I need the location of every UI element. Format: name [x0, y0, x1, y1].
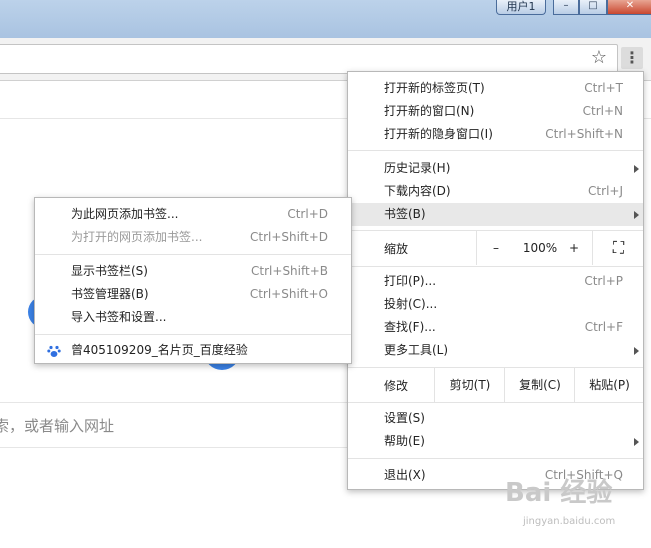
menu-item-more-tools[interactable]: 更多工具(L) — [348, 339, 643, 362]
zoom-out-button[interactable]: – — [476, 231, 515, 265]
submenu-arrow-icon — [634, 438, 639, 446]
chrome-menu-button[interactable]: ⋮ — [621, 47, 643, 69]
menu-item-shortcut: Ctrl+N — [582, 104, 623, 118]
submenu-item-shortcut: Ctrl+Shift+B — [251, 264, 328, 278]
menu-item-new-window[interactable]: 打开新的窗口(N) Ctrl+N — [348, 100, 643, 123]
menu-item-downloads[interactable]: 下载内容(D) Ctrl+J — [348, 180, 643, 203]
baidu-jingyan-watermark: Bai 经验 jingyan.baidu.com — [505, 478, 645, 538]
menu-separator — [348, 150, 643, 151]
submenu-item-label: 为打开的网页添加书签... — [71, 230, 203, 244]
fullscreen-icon[interactable]: ⛶ — [592, 231, 644, 265]
menu-item-label: 打开新的标签页(T) — [384, 81, 485, 95]
submenu-item-manager[interactable]: 书签管理器(B) Ctrl+Shift+O — [35, 283, 351, 306]
copy-button[interactable]: 复制(C) — [504, 368, 575, 402]
menu-item-print[interactable]: 打印(P)... Ctrl+P — [348, 270, 643, 293]
submenu-item-import[interactable]: 导入书签和设置... — [35, 306, 351, 329]
cut-button[interactable]: 剪切(T) — [434, 368, 505, 402]
menu-item-label: 更多工具(L) — [384, 343, 449, 357]
maximize-button[interactable]: □ — [579, 0, 607, 15]
address-bar[interactable] — [0, 44, 618, 74]
bookmarks-submenu: 为此网页添加书签... Ctrl+D 为打开的网页添加书签... Ctrl+Sh… — [34, 197, 352, 364]
menu-separator — [35, 254, 351, 255]
submenu-arrow-icon — [634, 165, 639, 173]
menu-item-new-tab[interactable]: 打开新的标签页(T) Ctrl+T — [348, 77, 643, 100]
zoom-row: 缩放 – 100% + ⛶ — [348, 231, 643, 265]
menu-item-help[interactable]: 帮助(E) — [348, 430, 643, 453]
submenu-item-bookmark-entry[interactable]: 曾405109209_名片页_百度经验 — [35, 339, 351, 362]
watermark-brand: Bai 经验 — [505, 478, 613, 508]
menu-item-label: 退出(X) — [384, 468, 426, 482]
chrome-main-menu: 打开新的标签页(T) Ctrl+T 打开新的窗口(N) Ctrl+N 打开新的隐… — [347, 71, 644, 490]
close-button[interactable]: ✕ — [607, 0, 651, 15]
submenu-item-shortcut: Ctrl+Shift+D — [250, 230, 328, 244]
menu-item-label: 设置(S) — [384, 411, 425, 425]
menu-item-label: 打印(P)... — [384, 274, 437, 288]
submenu-item-label: 曾405109209_名片页_百度经验 — [71, 343, 248, 357]
menu-item-shortcut: Ctrl+P — [584, 274, 623, 288]
submenu-item-label: 显示书签栏(S) — [71, 264, 148, 278]
menu-item-cast[interactable]: 投射(C)... — [348, 293, 643, 316]
menu-item-shortcut: Ctrl+Shift+N — [545, 127, 623, 141]
baidu-paw-icon — [47, 345, 61, 357]
submenu-item-label: 书签管理器(B) — [71, 287, 149, 301]
menu-item-label: 打开新的隐身窗口(I) — [384, 127, 493, 141]
bookmark-star-icon[interactable]: ☆ — [589, 48, 609, 68]
menu-item-history[interactable]: 历史记录(H) — [348, 157, 643, 180]
edit-label: 修改 — [384, 379, 409, 393]
edit-row: 修改 剪切(T) 复制(C) 粘贴(P) — [348, 368, 643, 402]
menu-item-shortcut: Ctrl+F — [584, 320, 623, 334]
menu-item-label: 历史记录(H) — [384, 161, 451, 175]
menu-item-label: 查找(F)... — [384, 320, 436, 334]
submenu-item-bookmark-page[interactable]: 为此网页添加书签... Ctrl+D — [35, 203, 351, 226]
minimize-button[interactable]: – — [553, 0, 579, 15]
menu-item-label: 帮助(E) — [384, 434, 425, 448]
menu-item-shortcut: Ctrl+J — [588, 184, 623, 198]
zoom-in-button[interactable]: + — [556, 231, 592, 265]
profile-button[interactable]: 用户1 — [496, 0, 546, 15]
zoom-label: 缩放 — [384, 242, 409, 256]
menu-separator — [348, 458, 643, 459]
paste-button[interactable]: 粘贴(P) — [574, 368, 644, 402]
submenu-item-shortcut: Ctrl+D — [287, 207, 328, 221]
submenu-arrow-icon — [634, 211, 639, 219]
menu-item-label: 下载内容(D) — [384, 184, 451, 198]
menu-item-find[interactable]: 查找(F)... Ctrl+F — [348, 316, 643, 339]
submenu-item-label: 导入书签和设置... — [71, 310, 167, 324]
search-placeholder: 索，或者输入网址 — [0, 417, 115, 435]
menu-item-new-incognito[interactable]: 打开新的隐身窗口(I) Ctrl+Shift+N — [348, 123, 643, 146]
menu-separator — [35, 334, 351, 335]
submenu-item-show-bar[interactable]: 显示书签栏(S) Ctrl+Shift+B — [35, 260, 351, 283]
menu-item-shortcut: Ctrl+T — [584, 81, 623, 95]
menu-separator — [348, 266, 643, 267]
menu-item-bookmarks[interactable]: 书签(B) — [348, 203, 643, 226]
menu-item-label: 打开新的窗口(N) — [384, 104, 475, 118]
menu-item-label: 投射(C)... — [384, 297, 438, 311]
submenu-arrow-icon — [634, 347, 639, 355]
submenu-item-bookmark-open-pages: 为打开的网页添加书签... Ctrl+Shift+D — [35, 226, 351, 249]
menu-item-settings[interactable]: 设置(S) — [348, 407, 643, 430]
submenu-item-label: 为此网页添加书签... — [71, 207, 179, 221]
menu-separator — [348, 402, 643, 403]
window-titlebar: 用户1 – □ ✕ — [0, 0, 651, 38]
submenu-item-shortcut: Ctrl+Shift+O — [249, 287, 328, 301]
watermark-url: jingyan.baidu.com — [523, 516, 616, 527]
menu-item-label: 书签(B) — [384, 207, 426, 221]
